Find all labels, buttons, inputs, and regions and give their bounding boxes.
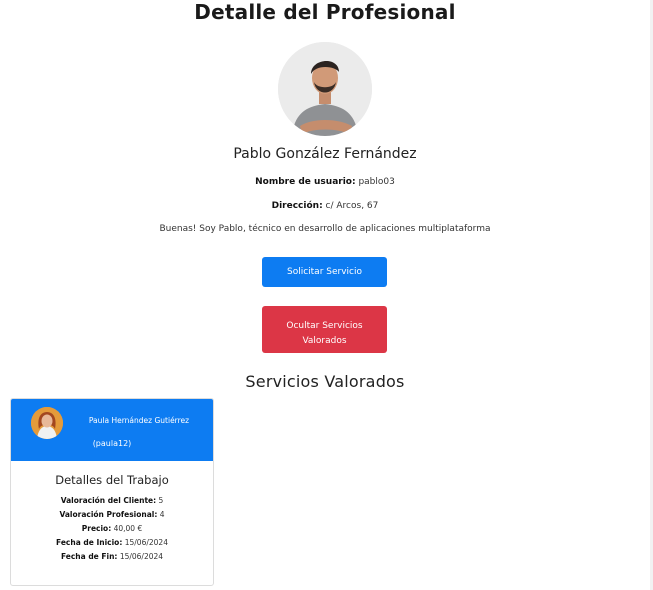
pro-rating-line: Valoración Profesional: 4 (11, 510, 213, 519)
hide-rated-services-label-line2: Valorados (302, 335, 347, 346)
job-details-title: Detalles del Trabajo (55, 473, 169, 487)
price-value: 40,00 € (113, 524, 143, 533)
start-date-line: Fecha de Inicio: 15/06/2024 (11, 538, 213, 547)
username-value: pablo03 (358, 177, 395, 187)
client-photo-icon (31, 407, 63, 439)
address-label: Dirección: (271, 201, 323, 211)
username-label: Nombre de usuario: (255, 177, 356, 187)
price-line: Precio: 40,00 € (11, 524, 213, 533)
client-name: Paula Hernández Gutiérrez (88, 416, 190, 425)
price-label: Precio: (81, 524, 112, 533)
client-rating-line: Valoración del Cliente: 5 (11, 496, 213, 505)
end-date-line: Fecha de Fin: 15/06/2024 (11, 552, 213, 561)
address-value: c/ Arcos, 67 (325, 201, 379, 211)
bio-text: Buenas! Soy Pablo, técnico en desarrollo… (159, 224, 491, 234)
pro-rating-value: 4 (159, 510, 165, 519)
client-handle: (paula12) (92, 439, 132, 448)
address-line: Dirección: c/ Arcos, 67 (0, 201, 650, 211)
start-date-value: 15/06/2024 (124, 538, 168, 547)
client-avatar (31, 407, 63, 439)
hide-rated-services-label-line1: Ocultar Servicios (286, 320, 363, 331)
hide-rated-services-button[interactable]: Ocultar Servicios Valorados (262, 306, 387, 353)
start-date-label: Fecha de Inicio: (56, 538, 123, 547)
client-rating-value: 5 (158, 496, 164, 505)
username-line: Nombre de usuario: pablo03 (0, 177, 650, 187)
page-title: Detalle del Profesional (194, 0, 456, 24)
rated-services-title: Servicios Valorados (245, 372, 405, 391)
request-service-button[interactable]: Solicitar Servicio (262, 257, 387, 287)
professional-name: Pablo González Fernández (233, 146, 417, 162)
card-header: Paula Hernández Gutiérrez (paula12) (11, 399, 213, 461)
rated-service-card: Paula Hernández Gutiérrez (paula12) Deta… (10, 398, 214, 586)
client-rating-label: Valoración del Cliente: (60, 496, 157, 505)
professional-avatar (278, 42, 372, 136)
person-photo-icon (278, 42, 372, 136)
end-date-label: Fecha de Fin: (60, 552, 118, 561)
pro-rating-label: Valoración Profesional: (59, 510, 158, 519)
end-date-value: 15/06/2024 (119, 552, 164, 561)
